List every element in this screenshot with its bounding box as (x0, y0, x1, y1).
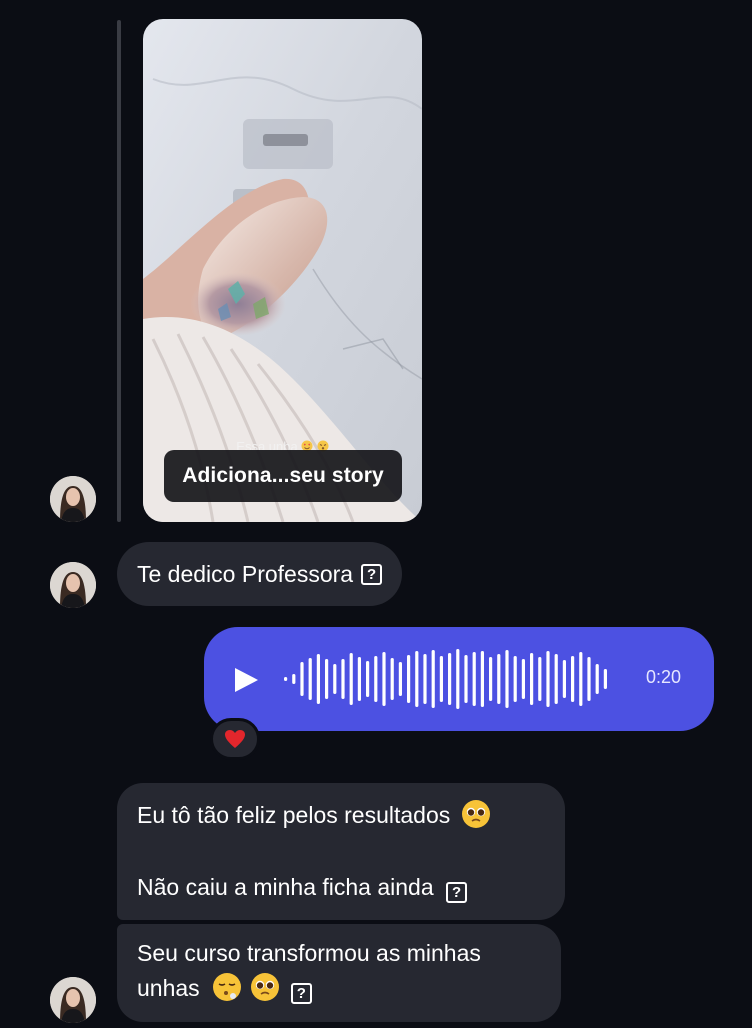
waveform-bar (562, 660, 566, 698)
waveform-bar (595, 664, 599, 694)
waveform-bar (398, 662, 402, 696)
message-text-line: Não caiu a minha ficha ainda (137, 874, 434, 900)
waveform-bar (292, 674, 296, 684)
message-text: Te dedico Professora (137, 561, 354, 587)
unsupported-emoji-icon: ? (361, 563, 383, 585)
waveform-bar (530, 653, 534, 705)
reply-thread-line (117, 20, 121, 522)
waveform-bar (521, 659, 525, 699)
story-reply-card[interactable]: Essa unha Adiciona...seu story (143, 19, 422, 522)
message-bubble[interactable]: Te dedico Professora ? (117, 542, 403, 606)
avatar-image (50, 562, 96, 608)
message-text-line: Eu tô tão feliz pelos resultados (137, 802, 451, 828)
red-heart-emoji-icon (225, 730, 245, 748)
message-bubble[interactable]: Seu curso transformou as minhas unhas ? (117, 924, 561, 1022)
waveform-bar (308, 658, 312, 700)
message-text-line: unhas (137, 975, 200, 1001)
waveform-bar (456, 649, 460, 709)
waveform-bar (464, 655, 468, 703)
waveform-bar (480, 651, 484, 707)
waveform-bar (415, 651, 419, 707)
message-bubble[interactable]: Eu tô tão feliz pelos resultados Não cai… (117, 783, 565, 920)
waveform-bar (341, 659, 345, 699)
waveform-bar (505, 650, 509, 708)
avatar[interactable] (50, 562, 96, 608)
avatar-image (50, 977, 96, 1023)
play-icon[interactable] (231, 665, 261, 695)
waveform-bar (284, 677, 288, 681)
waveform-bar (316, 654, 320, 704)
unsupported-emoji-icon: ? (290, 983, 312, 1004)
waveform-bar (579, 652, 583, 706)
waveform-bar (603, 669, 607, 689)
unsupported-emoji-icon: ? (446, 882, 468, 903)
waveform-bar (513, 656, 517, 702)
waveform-bar (587, 657, 591, 701)
waveform[interactable] (282, 641, 632, 717)
pleading-face-emoji-icon (457, 800, 491, 828)
waveform-bar (472, 652, 476, 706)
avatar-image (50, 476, 96, 522)
avatar[interactable] (50, 476, 96, 522)
avatar[interactable] (50, 977, 96, 1023)
waveform-bar (571, 656, 575, 702)
waveform-bar (554, 654, 558, 704)
waveform-bar (390, 658, 394, 700)
waveform-bar (439, 656, 443, 702)
waveform-bar (497, 654, 501, 704)
waveform-bar (546, 651, 550, 707)
waveform-bar (431, 650, 435, 708)
face-exhaling-emoji-icon (206, 973, 248, 1001)
waveform-bar (366, 661, 370, 697)
pleading-face-emoji-icon (248, 973, 286, 1001)
voice-duration: 0:20 (646, 667, 682, 687)
voice-message-bubble[interactable]: 0:20 (204, 627, 714, 731)
waveform-bar (374, 656, 378, 702)
waveform-bar (538, 657, 542, 701)
waveform-bar (407, 655, 411, 703)
waveform-bar (448, 653, 452, 705)
add-to-story-button[interactable]: Adiciona...seu story (164, 450, 402, 502)
waveform-bar (333, 664, 337, 694)
waveform-bar (382, 652, 386, 706)
waveform-bar (325, 659, 329, 699)
waveform-bar (300, 662, 304, 696)
waveform-bar (489, 657, 493, 701)
waveform-bar (349, 653, 353, 705)
waveform-bar (357, 657, 361, 701)
waveform-bar (423, 654, 427, 704)
reaction-badge[interactable] (210, 718, 260, 760)
message-text-line: Seu curso transformou as minhas (137, 940, 481, 966)
